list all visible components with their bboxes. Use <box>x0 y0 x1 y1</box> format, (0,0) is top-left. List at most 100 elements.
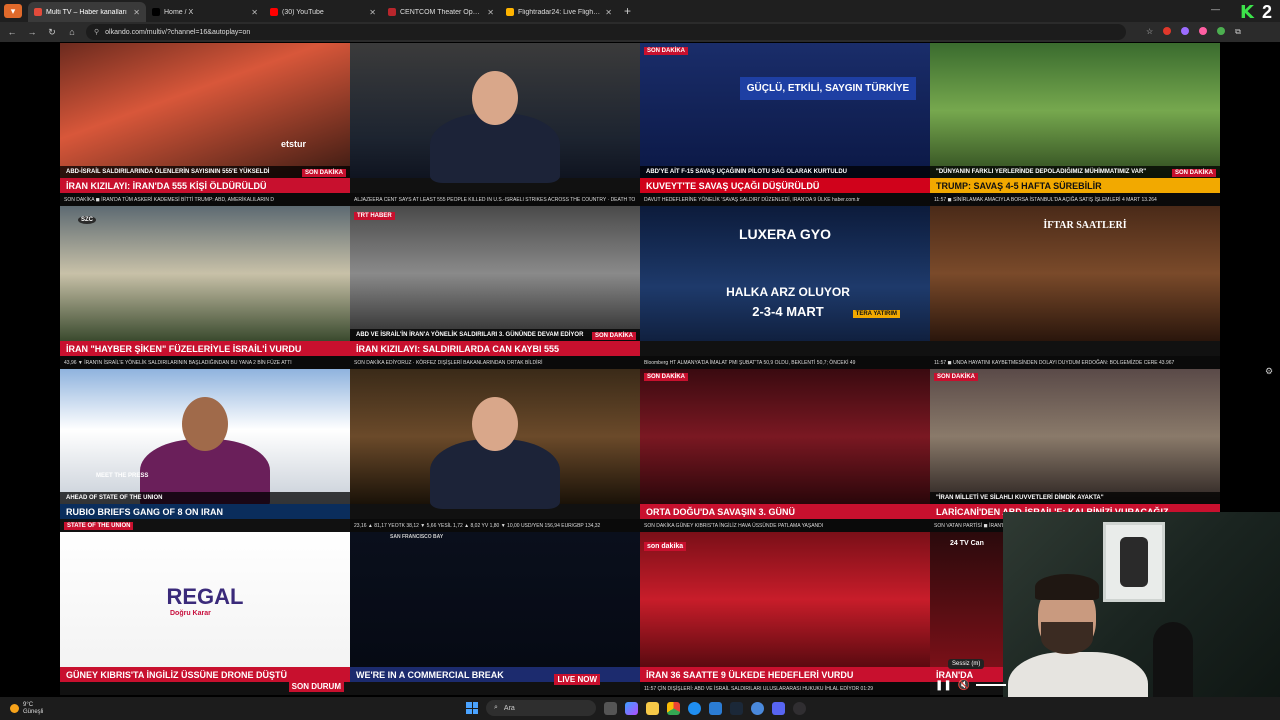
minimize-icon[interactable]: — <box>1211 4 1220 14</box>
forward-icon[interactable]: → <box>26 27 38 37</box>
close-tab-icon[interactable]: ✕ <box>133 8 140 17</box>
volume-slider[interactable] <box>976 684 1007 686</box>
tv-channel-tile[interactable]: LARİCANİ'DEN ABD-İSRAİL'E: KALBİNİZİ VUR… <box>930 369 1220 532</box>
tv-channel-tile[interactable]: İRAN 36 SAATTE 9 ÜLKEDE HEDEFLERİ VURDU s… <box>640 532 930 695</box>
channel-tag: SON DAKİKA <box>934 373 979 381</box>
channel-headline: 24 TV Can <box>950 540 984 547</box>
back-icon[interactable]: ← <box>6 27 18 37</box>
tab-favicon-icon <box>388 8 396 16</box>
video-frame <box>60 43 350 178</box>
tab-title: Multi TV – Haber kanalları <box>46 8 127 16</box>
tv-channel-tile[interactable]: TRUMP: SAVAŞ 4-5 HAFTA SÜREBİLİR "DÜNYANI… <box>930 43 1220 206</box>
steam-icon[interactable] <box>730 701 743 715</box>
extension-icon[interactable] <box>1199 27 1208 35</box>
tv-channel-tile[interactable]: ALJAZEERA CENT SAYS AT LEAST 555 PEOPLE … <box>350 43 640 206</box>
tab-favicon-icon <box>506 8 514 16</box>
tv-channel-tile[interactable]: TRT HABER İRAN KIZILAYI: SALDIRILARDA CAN… <box>350 206 640 369</box>
extension-icon[interactable] <box>1181 27 1190 35</box>
tv-channel-tile[interactable]: etstur İRAN KIZILAYI: İRAN'DA 555 KİŞİ ÖL… <box>60 43 350 206</box>
tv-channel-tile[interactable]: SAN FRANCISCO BAY WE'RE IN A COMMERCIAL B… <box>350 532 640 695</box>
site-info-icon[interactable]: ⚲ <box>94 28 99 36</box>
bookmark-star-icon[interactable]: ☆ <box>1146 27 1153 37</box>
pause-icon[interactable]: ❚❚ <box>935 680 952 691</box>
weather-desc: Güneşli <box>23 708 44 715</box>
browser-tab[interactable]: Multi TV – Haber kanalları ✕ <box>28 2 146 22</box>
taskbar-search[interactable]: ⌕ Ara <box>486 700 596 716</box>
webcam-overlay <box>1003 512 1280 720</box>
extensions-menu-icon[interactable]: ⧉ <box>1235 27 1241 37</box>
tv-channel-tile[interactable]: LUXERA GYO HALKA ARZ OLUYOR 2-3-4 MART TERA… <box>640 206 930 369</box>
address-bar-row: ← → ↻ ⌂ ⚲ olkando.com/multiv/?channel=16… <box>0 22 1280 42</box>
channel-tag: SON DAKİKA <box>644 47 689 55</box>
edge-icon[interactable] <box>688 701 701 715</box>
headline-band: İRAN "HAYBER ŞİKEN" FÜZELERİYLE İSRAİL'İ… <box>60 341 350 356</box>
news-ticker: SON DAKİKA ◼ İRAN'DA TÜM ASKERİ KADEMESİ… <box>60 193 350 206</box>
close-tab-icon[interactable]: ✕ <box>251 8 258 17</box>
extensions: ☆ ⧉ <box>1146 27 1241 37</box>
reload-icon[interactable]: ↻ <box>46 27 58 38</box>
news-ticker: 11:57 ◼ SİNİRLAMAK AMACIYLA BORSA İSTANB… <box>930 193 1220 206</box>
news-ticker: 43,96 ▼ İRAN'IN İSRAİL'E YÖNELİK SALDIRI… <box>60 356 350 369</box>
tv-channel-tile[interactable]: GÜÇLÜ, ETKİLİ, SAYGIN TÜRKİYE KUVEYT'TE S… <box>640 43 930 206</box>
file-explorer-icon[interactable] <box>646 701 659 715</box>
weather-widget[interactable]: 9°C Güneşli <box>0 702 43 716</box>
tv-channel-tile[interactable]: İRAN "HAYBER ŞİKEN" FÜZELERİYLE İSRAİL'İ… <box>60 206 350 369</box>
channel-tag: SON DURUM <box>288 681 344 692</box>
volume-icon[interactable]: 🔇 <box>958 680 970 691</box>
browser-tab[interactable]: Flightradar24: Live Flight Tracker ✕ <box>500 2 618 22</box>
tv-channel-tile[interactable]: 23,16 ▲ 81,17 YEOTK 38,12 ▼ 5,66 YESİL 1… <box>350 369 640 532</box>
headline-band: GÜNEY KIBRIS'TA İNGİLİZ ÜSSÜNE DRONE DÜŞ… <box>60 667 350 682</box>
extension-icon[interactable] <box>1217 27 1226 35</box>
tab-title: (30) YouTube <box>282 8 324 16</box>
store-icon[interactable] <box>709 701 722 715</box>
browser-tab[interactable]: CENTCOM Theater Operations ✕ <box>382 2 500 22</box>
sun-icon <box>10 704 19 713</box>
news-ticker: DAVUT HEDEFLERİNE YÖNELİK 'SAVAŞ SALDIRI… <box>640 193 930 206</box>
windows-taskbar: 9°C Güneşli ⌕ Ara <box>0 697 1280 720</box>
new-tab-button[interactable]: + <box>624 4 631 18</box>
headline-band: İRAN KIZILAYI: İRAN'DA 555 KİŞİ ÖLDÜRÜLD… <box>60 178 350 193</box>
close-tab-icon[interactable]: ✕ <box>487 8 494 17</box>
video-frame <box>60 206 350 341</box>
headline-band: RUBIO BRIEFS GANG OF 8 ON IRAN <box>60 504 350 519</box>
copilot-icon[interactable] <box>625 701 638 715</box>
tv-channel-tile[interactable]: REGAL Doğru Karar GÜNEY KIBRIS'TA İNGİLİZ … <box>60 532 350 695</box>
news-ticker: 11:57 ◼ UNDA HAYATINI KAYBETMESİNDEN DOL… <box>930 356 1220 369</box>
discord-icon[interactable] <box>772 701 785 715</box>
channel-headline: GÜÇLÜ, ETKİLİ, SAYGIN TÜRKİYE <box>740 77 916 100</box>
channel-tag: SON DAKİKA <box>644 373 689 381</box>
channel-tag: TERA YATIRIM <box>852 310 900 318</box>
tv-channel-tile[interactable]: ORTA DOĞU'DA SAVAŞIN 3. GÜNÜ SON DAKİKA SO… <box>640 369 930 532</box>
tab-favicon-icon <box>34 8 42 16</box>
close-tab-icon[interactable]: ✕ <box>369 8 376 17</box>
subheadline-band: ABD'YE AİT F-15 SAVAŞ UÇAĞININ PİLOTU SA… <box>640 166 930 178</box>
home-icon[interactable]: ⌂ <box>66 27 78 37</box>
settings-gear-icon[interactable]: ⚙ <box>1265 366 1273 377</box>
url-field[interactable]: ⚲ olkando.com/multiv/?channel=16&autopla… <box>86 24 1126 40</box>
chrome-icon[interactable] <box>667 701 680 715</box>
tv-channel-tile[interactable]: MEET THE PRESS RUBIO BRIEFS GANG OF 8 ON … <box>60 369 350 532</box>
subheadline-band: AHEAD OF STATE OF THE UNION <box>60 492 350 504</box>
brand-logo: K <box>1240 2 1254 23</box>
wall-frame <box>1103 522 1165 602</box>
search-icon: ⌕ <box>494 704 498 711</box>
browser-tab-bar: ▾ Multi TV – Haber kanalları ✕ Home / X ✕ (3… <box>0 0 1280 23</box>
browser-tab[interactable]: Home / X ✕ <box>146 2 264 22</box>
obs-icon[interactable] <box>793 701 806 715</box>
close-tab-icon[interactable]: ✕ <box>605 8 612 17</box>
anchor-head <box>182 397 228 451</box>
channel-headline: TRT HABER <box>354 212 395 220</box>
browser-tab[interactable]: (30) YouTube ✕ <box>264 2 382 22</box>
task-view-icon[interactable] <box>604 701 617 715</box>
channel-tag: SON DAKİKA <box>301 169 346 177</box>
news-ticker: ALJAZEERA CENT SAYS AT LEAST 555 PEOPLE … <box>350 193 640 206</box>
tv-channel-tile[interactable]: İFTAR SAATLERİ 11:57 ◼ UNDA HAYATINI KAYB… <box>930 206 1220 369</box>
extension-icon[interactable] <box>1163 27 1172 35</box>
start-icon[interactable] <box>466 702 478 714</box>
channel-bug: etstur <box>280 139 306 149</box>
app-icon[interactable] <box>751 701 764 715</box>
tab-favicon-icon <box>152 8 160 16</box>
headline-band: ORTA DOĞU'DA SAVAŞIN 3. GÜNÜ <box>640 504 930 519</box>
tab-menu-button[interactable]: ▾ <box>4 4 22 18</box>
channel-tag: SZC <box>78 216 96 224</box>
